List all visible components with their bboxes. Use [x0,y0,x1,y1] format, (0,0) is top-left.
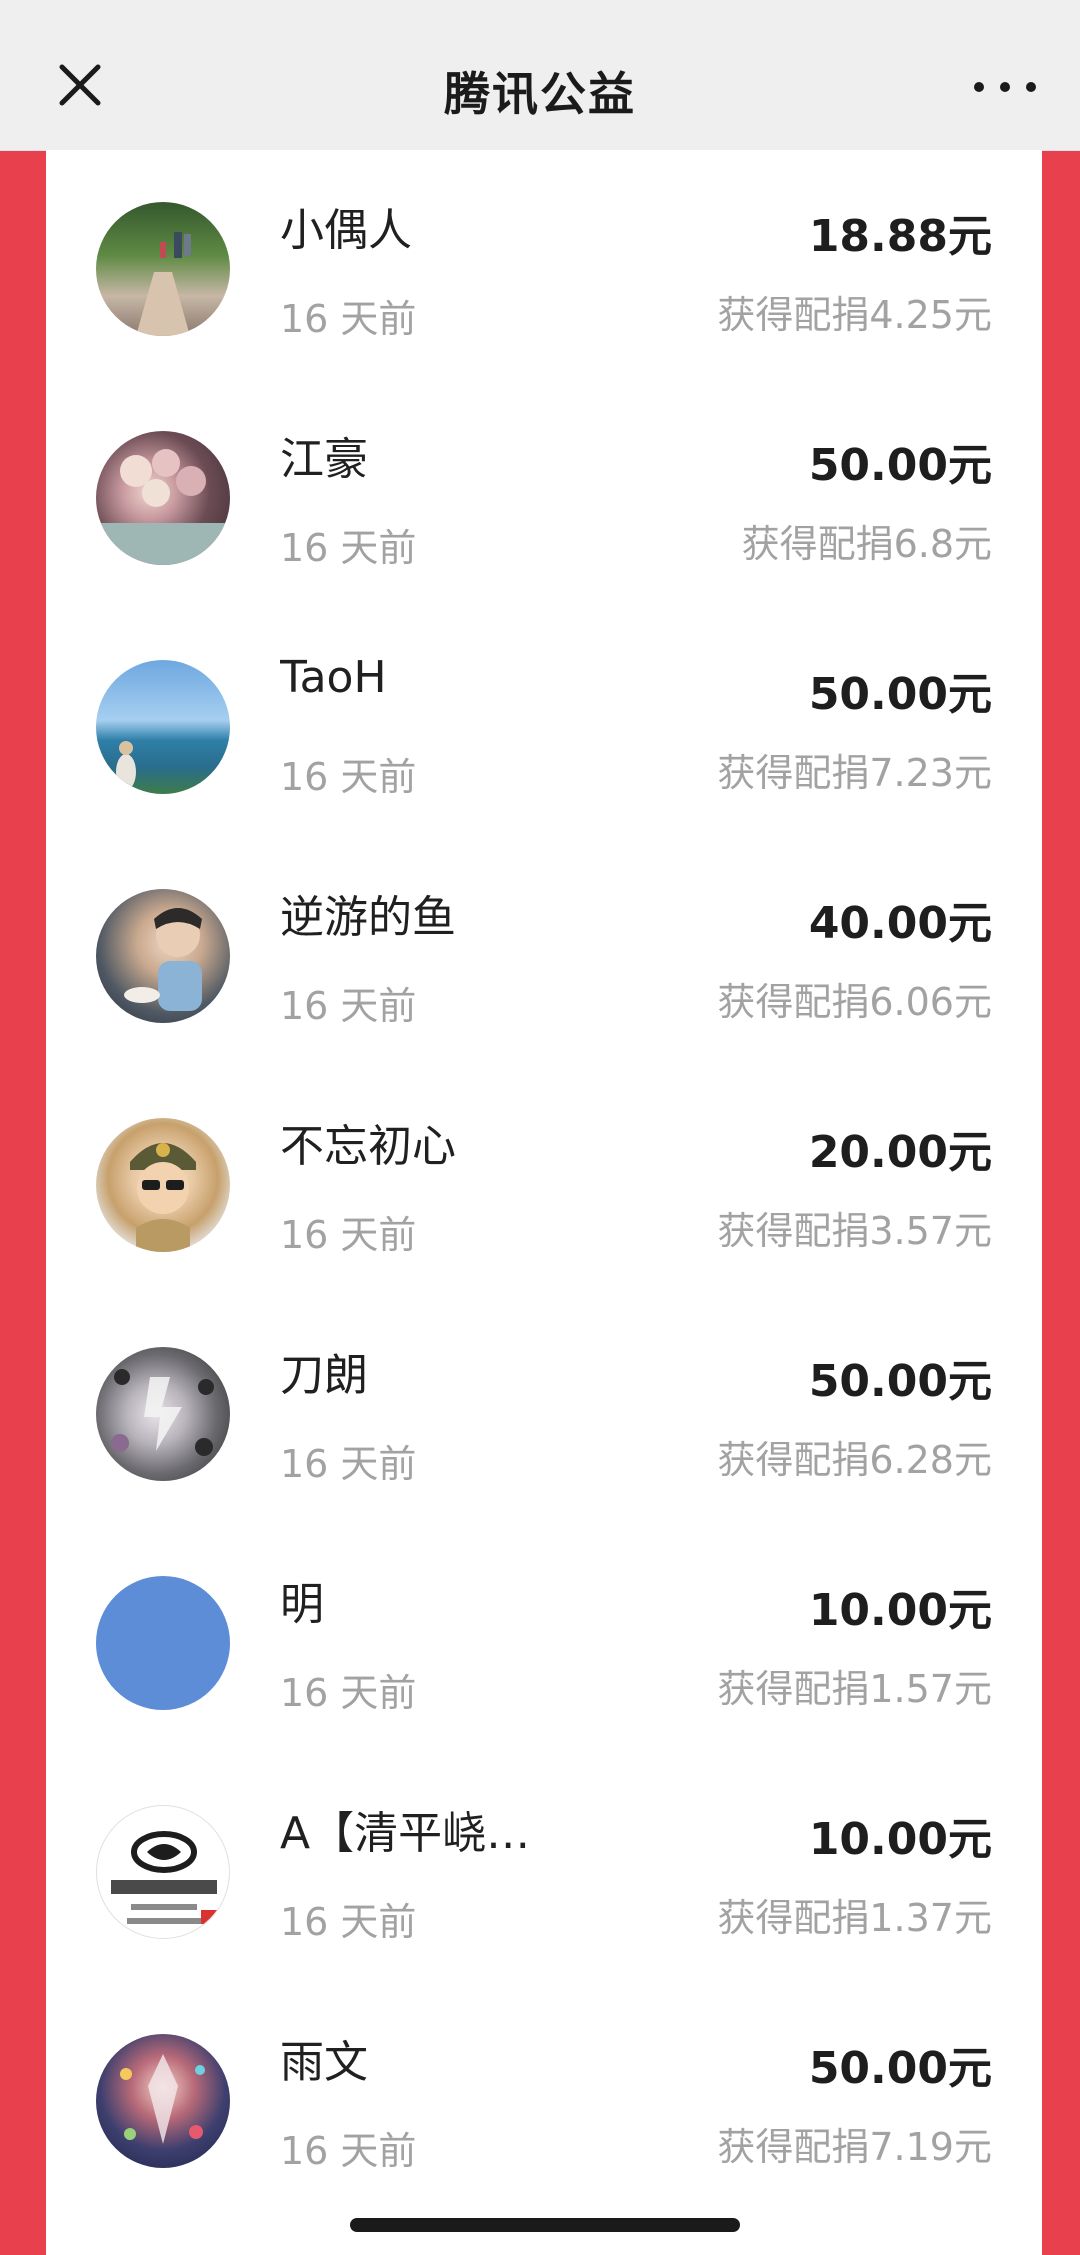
matched-amount: 获得配捐6.06元 [717,980,992,1024]
donation-time: 16 天前 [280,297,417,341]
avatar [96,1347,230,1481]
matched-amount: 获得配捐7.23元 [717,751,992,795]
donation-amount: 40.00元 [808,898,992,949]
donation-amount: 10.00元 [808,1814,992,1865]
avatar [96,202,230,336]
matched-amount: 获得配捐4.25元 [717,293,992,337]
donor-name: 江豪 [280,434,368,485]
donation-amount: 50.00元 [808,669,992,720]
list-item[interactable]: 江豪 16 天前 50.00元 获得配捐6.8元 [46,379,1042,608]
list-item[interactable]: 明 16 天前 10.00元 获得配捐1.57元 [46,1524,1042,1753]
donation-time: 16 天前 [280,1671,417,1715]
donation-amount: 20.00元 [808,1127,992,1178]
list-item[interactable]: 不忘初心 16 天前 20.00元 获得配捐3.57元 [46,1066,1042,1295]
donor-name: 逆游的鱼 [280,892,456,943]
donation-time: 16 天前 [280,1900,417,1944]
avatar [96,431,230,565]
donor-name: 刀朗 [280,1350,368,1401]
donation-amount: 50.00元 [808,2043,992,2094]
matched-amount: 获得配捐7.19元 [717,2125,992,2169]
donor-name: 雨文 [280,2037,368,2088]
donor-name: A【清平峣… [280,1808,531,1859]
list-item[interactable]: 刀朗 16 天前 50.00元 获得配捐6.28元 [46,1295,1042,1524]
list-item[interactable]: 小偶人 16 天前 18.88元 获得配捐4.25元 [46,150,1042,379]
avatar [96,1118,230,1252]
avatar [96,1576,230,1710]
avatar [96,1805,230,1939]
more-dots-icon [1000,82,1010,92]
page-title: 腾讯公益 [444,67,636,121]
more-dots-icon [974,82,984,92]
home-indicator[interactable] [350,2218,740,2232]
donation-list: 小偶人 16 天前 18.88元 获得配捐4.25元 江豪 16 天前 50.0… [46,150,1042,2255]
list-item[interactable]: 雨文 16 天前 50.00元 获得配捐7.19元 [46,1982,1042,2211]
matched-amount: 获得配捐1.57元 [717,1667,992,1711]
donation-amount: 18.88元 [808,211,992,262]
donation-time: 16 天前 [280,1213,417,1257]
matched-amount: 获得配捐3.57元 [717,1209,992,1253]
avatar [96,889,230,1023]
donor-name: 明 [280,1579,324,1630]
more-button[interactable] [970,72,1040,102]
donation-time: 16 天前 [280,755,417,799]
list-item[interactable]: TaoH 16 天前 50.00元 获得配捐7.23元 [46,608,1042,837]
matched-amount: 获得配捐1.37元 [717,1896,992,1940]
page: 腾讯公益 小偶人 16 天前 18.88元 获得配捐4.25元 江豪 16 天前… [0,0,1080,2255]
matched-amount: 获得配捐6.8元 [741,522,992,566]
list-item[interactable]: A【清平峣… 16 天前 10.00元 获得配捐1.37元 [46,1753,1042,1982]
donation-time: 16 天前 [280,2129,417,2173]
donor-name: 小偶人 [280,205,412,256]
more-dots-icon [1026,82,1036,92]
donation-amount: 50.00元 [808,440,992,491]
avatar [96,2034,230,2168]
donation-time: 16 天前 [280,526,417,570]
donor-name: TaoH [280,652,387,703]
donation-amount: 50.00元 [808,1356,992,1407]
list-item[interactable]: 逆游的鱼 16 天前 40.00元 获得配捐6.06元 [46,837,1042,1066]
donation-amount: 10.00元 [808,1585,992,1636]
top-bar: 腾讯公益 [0,0,1080,151]
donor-name: 不忘初心 [280,1121,456,1172]
donation-time: 16 天前 [280,984,417,1028]
matched-amount: 获得配捐6.28元 [717,1438,992,1482]
avatar [96,660,230,794]
donation-time: 16 天前 [280,1442,417,1486]
